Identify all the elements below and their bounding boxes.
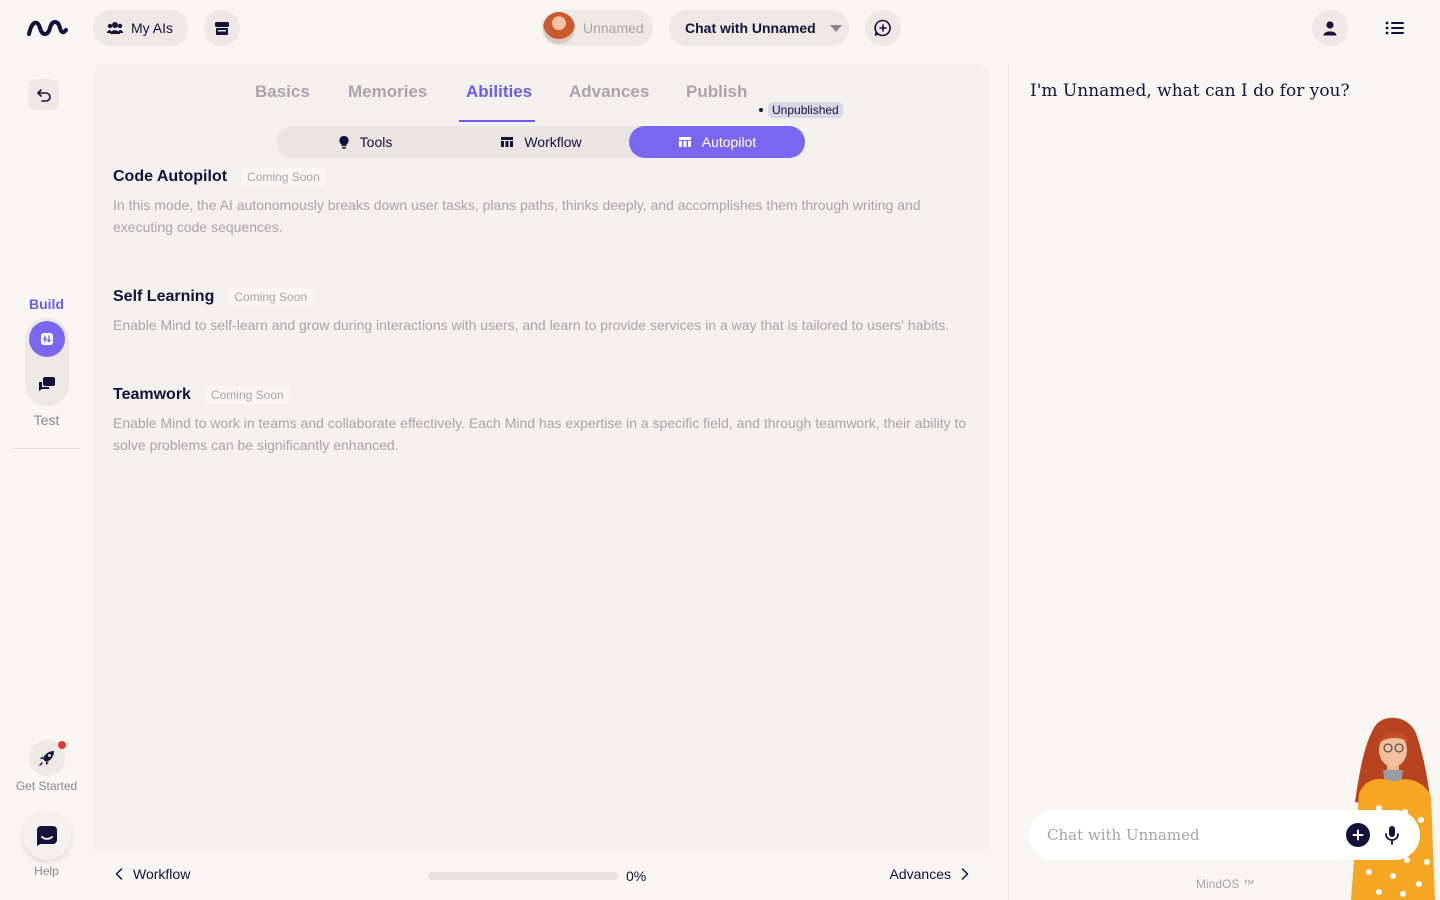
plus-icon: [1352, 829, 1364, 841]
segment-tools-label: Tools: [359, 134, 393, 150]
tab-abilities[interactable]: Abilities: [466, 82, 532, 102]
user-icon: [1323, 21, 1337, 36]
user-account-button[interactable]: [1312, 10, 1348, 46]
tab-memories[interactable]: Memories: [348, 82, 427, 102]
coming-soon-badge: Coming Soon: [228, 288, 314, 306]
next-step-button[interactable]: Advances: [890, 866, 969, 882]
ability-item-self-learning: Self Learning Coming Soon Enable Mind to…: [113, 288, 973, 336]
active-tab-indicator: [459, 120, 535, 122]
ability-type-switch: Tools Workflow Autopilot: [277, 126, 805, 158]
avatar: [543, 12, 575, 44]
top-bar: My AIs Unnamed Chat with Unnamed: [0, 0, 1440, 56]
ability-description: Enable Mind to work in teams and collabo…: [113, 415, 967, 453]
chat-input-bar: [1029, 810, 1420, 860]
segment-autopilot-label: Autopilot: [701, 134, 757, 150]
chat-greeting: I'm Unnamed, what can I do for you?: [1030, 81, 1350, 101]
ability-title: Code Autopilot: [113, 168, 228, 185]
ability-description: Enable Mind to self-learn and grow durin…: [113, 317, 950, 333]
next-step-label: Advances: [889, 866, 951, 882]
mode-switcher: [25, 318, 69, 406]
coming-soon-badge: Coming Soon: [204, 386, 290, 404]
back-button[interactable]: [28, 79, 59, 110]
publish-status-text: Unpublished: [768, 102, 843, 118]
chat-selector-label: Chat with Unnamed: [685, 20, 816, 36]
rail-divider: [12, 448, 80, 449]
section-tabs: Basics Memories Abilities Advances Publi…: [93, 82, 989, 122]
ability-item-code-autopilot: Code Autopilot Coming Soon In this mode,…: [113, 168, 973, 238]
store-icon: [215, 22, 229, 35]
build-icon: [41, 333, 53, 345]
left-rail: Build Test: [0, 56, 93, 900]
rocket-icon: [39, 751, 54, 766]
publish-status-badge: Unpublished: [759, 102, 843, 118]
chat-support-icon: [37, 826, 57, 846]
chat-plus-icon: [874, 19, 891, 37]
help-label: Help: [34, 864, 59, 878]
segment-workflow[interactable]: Workflow: [453, 126, 629, 158]
help-button[interactable]: [23, 812, 71, 860]
segment-workflow-label: Workflow: [524, 134, 582, 150]
agent-name: Unnamed: [583, 20, 644, 36]
new-chat-button[interactable]: [865, 10, 901, 46]
chat-bubbles-icon: [39, 377, 55, 391]
test-mode-button[interactable]: [29, 366, 65, 402]
segment-autopilot[interactable]: Autopilot: [629, 126, 805, 158]
character-avatar[interactable]: [1345, 716, 1440, 900]
editor-panel: Basics Memories Abilities Advances Publi…: [93, 64, 989, 850]
voice-input-button[interactable]: [1382, 823, 1402, 847]
tab-publish[interactable]: Publish: [686, 82, 747, 102]
bulb-icon: [339, 135, 349, 149]
chat-divider: [1008, 64, 1009, 900]
group-icon: [107, 22, 123, 34]
ability-item-teamwork: Teamwork Coming Soon Enable Mind to work…: [113, 386, 973, 456]
progress-percent: 0%: [626, 868, 647, 884]
build-label: Build: [29, 296, 64, 312]
tab-basics[interactable]: Basics: [255, 82, 310, 102]
segment-tools[interactable]: Tools: [277, 126, 453, 158]
bullet-dot: [759, 108, 763, 112]
undo-icon: [36, 88, 51, 102]
ability-description: In this mode, the AI autonomously breaks…: [113, 197, 921, 235]
chevron-down-icon: [829, 24, 842, 32]
build-mode-button[interactable]: [29, 321, 65, 357]
chat-selector-dropdown[interactable]: Chat with Unnamed: [669, 10, 849, 46]
autopilot-icon: [678, 137, 691, 147]
table-icon: [501, 137, 514, 147]
notification-dot: [58, 741, 66, 749]
coming-soon-badge: Coming Soon: [241, 168, 326, 186]
microphone-icon: [1385, 826, 1399, 845]
ability-title: Self Learning: [113, 288, 215, 305]
brand-footer: MindOS ™: [1196, 877, 1255, 891]
prev-step-button[interactable]: Workflow: [115, 866, 190, 882]
chat-input[interactable]: [1047, 826, 1346, 844]
prev-step-label: Workflow: [133, 866, 191, 882]
mindos-logo[interactable]: [26, 16, 68, 40]
my-ais-button[interactable]: My AIs: [93, 10, 188, 46]
list-menu-icon[interactable]: [1384, 18, 1406, 38]
attach-button[interactable]: [1346, 823, 1370, 847]
chevron-left-icon: [115, 868, 123, 880]
store-button[interactable]: [204, 10, 240, 46]
step-navigation: Workflow 0% Advances: [93, 850, 989, 900]
tab-advances[interactable]: Advances: [569, 82, 649, 102]
test-label: Test: [33, 412, 60, 428]
ability-title: Teamwork: [113, 386, 191, 403]
agent-profile-pill[interactable]: Unnamed: [541, 10, 653, 46]
chevron-right-icon: [961, 868, 969, 880]
my-ais-label: My AIs: [131, 20, 174, 36]
get-started-label: Get Started: [15, 779, 78, 793]
progress-bar: [428, 872, 618, 880]
